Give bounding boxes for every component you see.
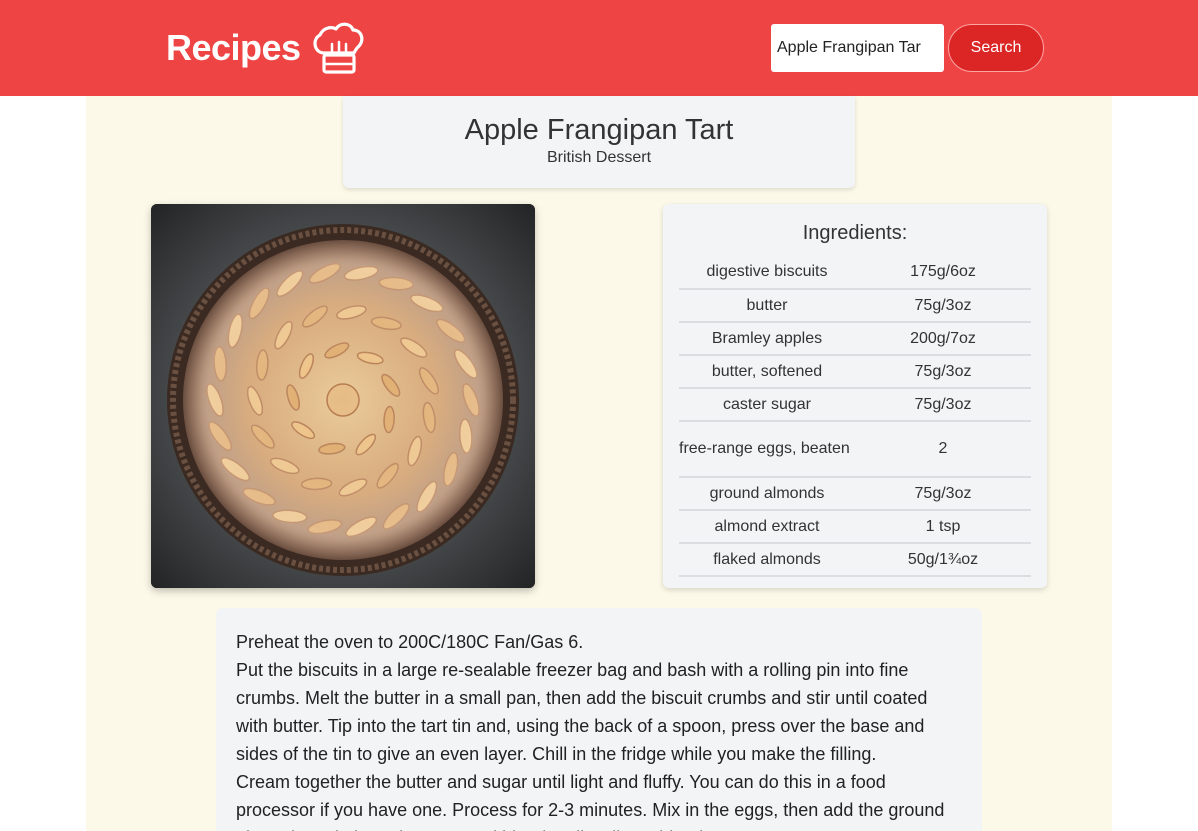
ingredients-card: Ingredients: digestive biscuits 175g/6oz… [663,204,1047,588]
ingredient-name: ground almonds [679,477,855,511]
method-step: Preheat the oven to 200C/180C Fan/Gas 6. [236,632,584,652]
ingredient-name: flaked almonds [679,543,855,577]
ingredient-name: Bramley apples [679,322,855,356]
search-button[interactable]: Search [948,24,1044,72]
search-input[interactable] [771,24,944,72]
ingredient-row: digestive biscuits 175g/6oz [679,256,1031,290]
ingredient-row: caster sugar 75g/3oz [679,388,1031,422]
ingredient-row: Bramley apples 200g/7oz [679,322,1031,356]
method-step: Put the biscuits in a large re-sealable … [236,660,928,764]
method-step: Cream together the butter and sugar unti… [236,772,945,831]
title-card: Apple Frangipan Tart British Dessert [343,96,855,188]
ingredient-amount: 1 tsp [855,510,1031,544]
ingredient-name: caster sugar [679,388,855,422]
recipe-title: Apple Frangipan Tart [464,114,734,146]
ingredient-row: free-range eggs, beaten 2 [679,421,1031,478]
ingredient-name: digestive biscuits [679,256,855,290]
tart-photo [151,204,535,588]
method-card: Preheat the oven to 200C/180C Fan/Gas 6.… [216,608,982,831]
ingredient-row: almond extract 1 tsp [679,510,1031,544]
ingredients-table: digestive biscuits 175g/6oz butter 75g/3… [679,256,1031,577]
ingredient-amount: 175g/6oz [855,256,1031,290]
ingredient-row: butter, softened 75g/3oz [679,355,1031,389]
ingredients-heading: Ingredients: [802,222,908,244]
recipe-content: Apple Frangipan Tart British Dessert Ing… [86,96,1112,831]
recipe-photo [151,204,535,588]
brand[interactable]: Recipes [166,18,367,78]
ingredient-amount: 75g/3oz [855,289,1031,323]
header-bar: Recipes Search [0,0,1198,96]
ingredient-name: almond extract [679,510,855,544]
recipe-subtitle: British Dessert [546,149,652,166]
ingredient-name: free-range eggs, beaten [679,421,855,478]
ingredient-amount: 75g/3oz [855,388,1031,422]
ingredient-row: flaked almonds 50g/1¾oz [679,543,1031,577]
chef-hat-icon [313,22,364,74]
ingredient-amount: 200g/7oz [855,322,1031,356]
ingredient-amount: 2 [855,421,1031,478]
ingredient-amount: 75g/3oz [855,477,1031,511]
ingredient-amount: 75g/3oz [855,355,1031,389]
ingredient-row: butter 75g/3oz [679,289,1031,323]
ingredient-name: butter, softened [679,355,855,389]
ingredient-amount: 50g/1¾oz [855,543,1031,577]
ingredient-row: ground almonds 75g/3oz [679,477,1031,511]
ingredient-name: butter [679,289,855,323]
brand-title[interactable]: Recipes [166,27,301,69]
